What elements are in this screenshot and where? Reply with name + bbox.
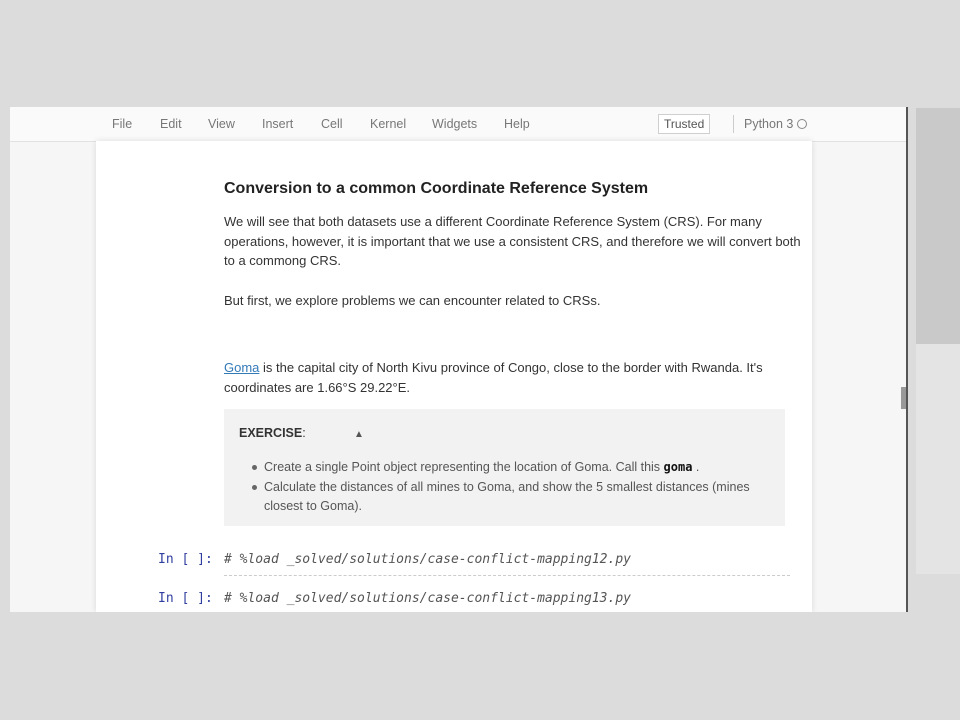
bullet-icon bbox=[252, 465, 257, 470]
trusted-badge[interactable]: Trusted bbox=[658, 114, 711, 134]
crs-problems-text: But first, we explore problems we can en… bbox=[224, 293, 601, 308]
menu-file[interactable]: File bbox=[112, 117, 132, 131]
menu-insert[interactable]: Insert bbox=[262, 117, 293, 131]
input-prompt: In [ ]: bbox=[158, 591, 213, 606]
exercise-item-text: Calculate the distances of all mines to … bbox=[264, 480, 750, 513]
exercise-colon: : bbox=[302, 426, 306, 440]
menu-edit[interactable]: Edit bbox=[160, 117, 182, 131]
cursor-arrow-icon: ▲ bbox=[354, 429, 364, 440]
bullet-icon bbox=[252, 485, 257, 490]
code-input[interactable]: # %load _solved/solutions/case-conflict-… bbox=[224, 591, 631, 606]
exercise-list: Create a single Point object representin… bbox=[252, 458, 764, 517]
background-panel bbox=[916, 344, 960, 574]
menubar: File Edit View Insert Cell Kernel Widget… bbox=[10, 107, 906, 142]
inline-code: goma bbox=[663, 460, 693, 474]
exercise-box: EXERCISE: ▲ Create a single Point object… bbox=[224, 409, 785, 526]
notebook-window: File Edit View Insert Cell Kernel Widget… bbox=[10, 107, 908, 612]
background-panel bbox=[916, 108, 960, 344]
menu-kernel[interactable]: Kernel bbox=[370, 117, 406, 131]
code-cell[interactable]: In [ ]: # %load _solved/solutions/case-c… bbox=[158, 586, 788, 612]
goma-description: is the capital city of North Kivu provin… bbox=[224, 360, 763, 395]
input-prompt: In [ ]: bbox=[158, 552, 213, 567]
exercise-title: EXERCISE: bbox=[239, 426, 306, 440]
markdown-paragraph: But first, we explore problems we can en… bbox=[224, 291, 804, 311]
goma-link[interactable]: Goma bbox=[224, 360, 259, 375]
exercise-label: EXERCISE bbox=[239, 426, 303, 440]
code-input[interactable]: # %load _solved/solutions/case-conflict-… bbox=[224, 552, 631, 567]
exercise-item-text: Create a single Point object representin… bbox=[264, 460, 664, 474]
list-item: Calculate the distances of all mines to … bbox=[252, 478, 764, 516]
exercise-item-suffix: . bbox=[692, 460, 700, 474]
kernel-idle-circle-icon bbox=[797, 119, 807, 129]
section-heading: Conversion to a common Coordinate Refere… bbox=[224, 180, 649, 197]
scrollbar-thumb[interactable] bbox=[901, 387, 906, 409]
divider bbox=[733, 115, 734, 133]
menu-help[interactable]: Help bbox=[504, 117, 530, 131]
notebook-container: Conversion to a common Coordinate Refere… bbox=[96, 141, 812, 612]
markdown-paragraph: Goma is the capital city of North Kivu p… bbox=[224, 358, 804, 397]
markdown-paragraph: We will see that both datasets use a dif… bbox=[224, 212, 804, 271]
list-item: Create a single Point object representin… bbox=[252, 458, 764, 477]
code-cell[interactable]: In [ ]: # %load _solved/solutions/case-c… bbox=[158, 547, 790, 576]
menu-widgets[interactable]: Widgets bbox=[432, 117, 477, 131]
menu-view[interactable]: View bbox=[208, 117, 235, 131]
menu-cell[interactable]: Cell bbox=[321, 117, 343, 131]
cell-divider bbox=[224, 575, 790, 576]
goma-text: Goma is the capital city of North Kivu p… bbox=[224, 358, 804, 397]
kernel-name[interactable]: Python 3 bbox=[744, 117, 793, 131]
intro-text: We will see that both datasets use a dif… bbox=[224, 214, 801, 268]
